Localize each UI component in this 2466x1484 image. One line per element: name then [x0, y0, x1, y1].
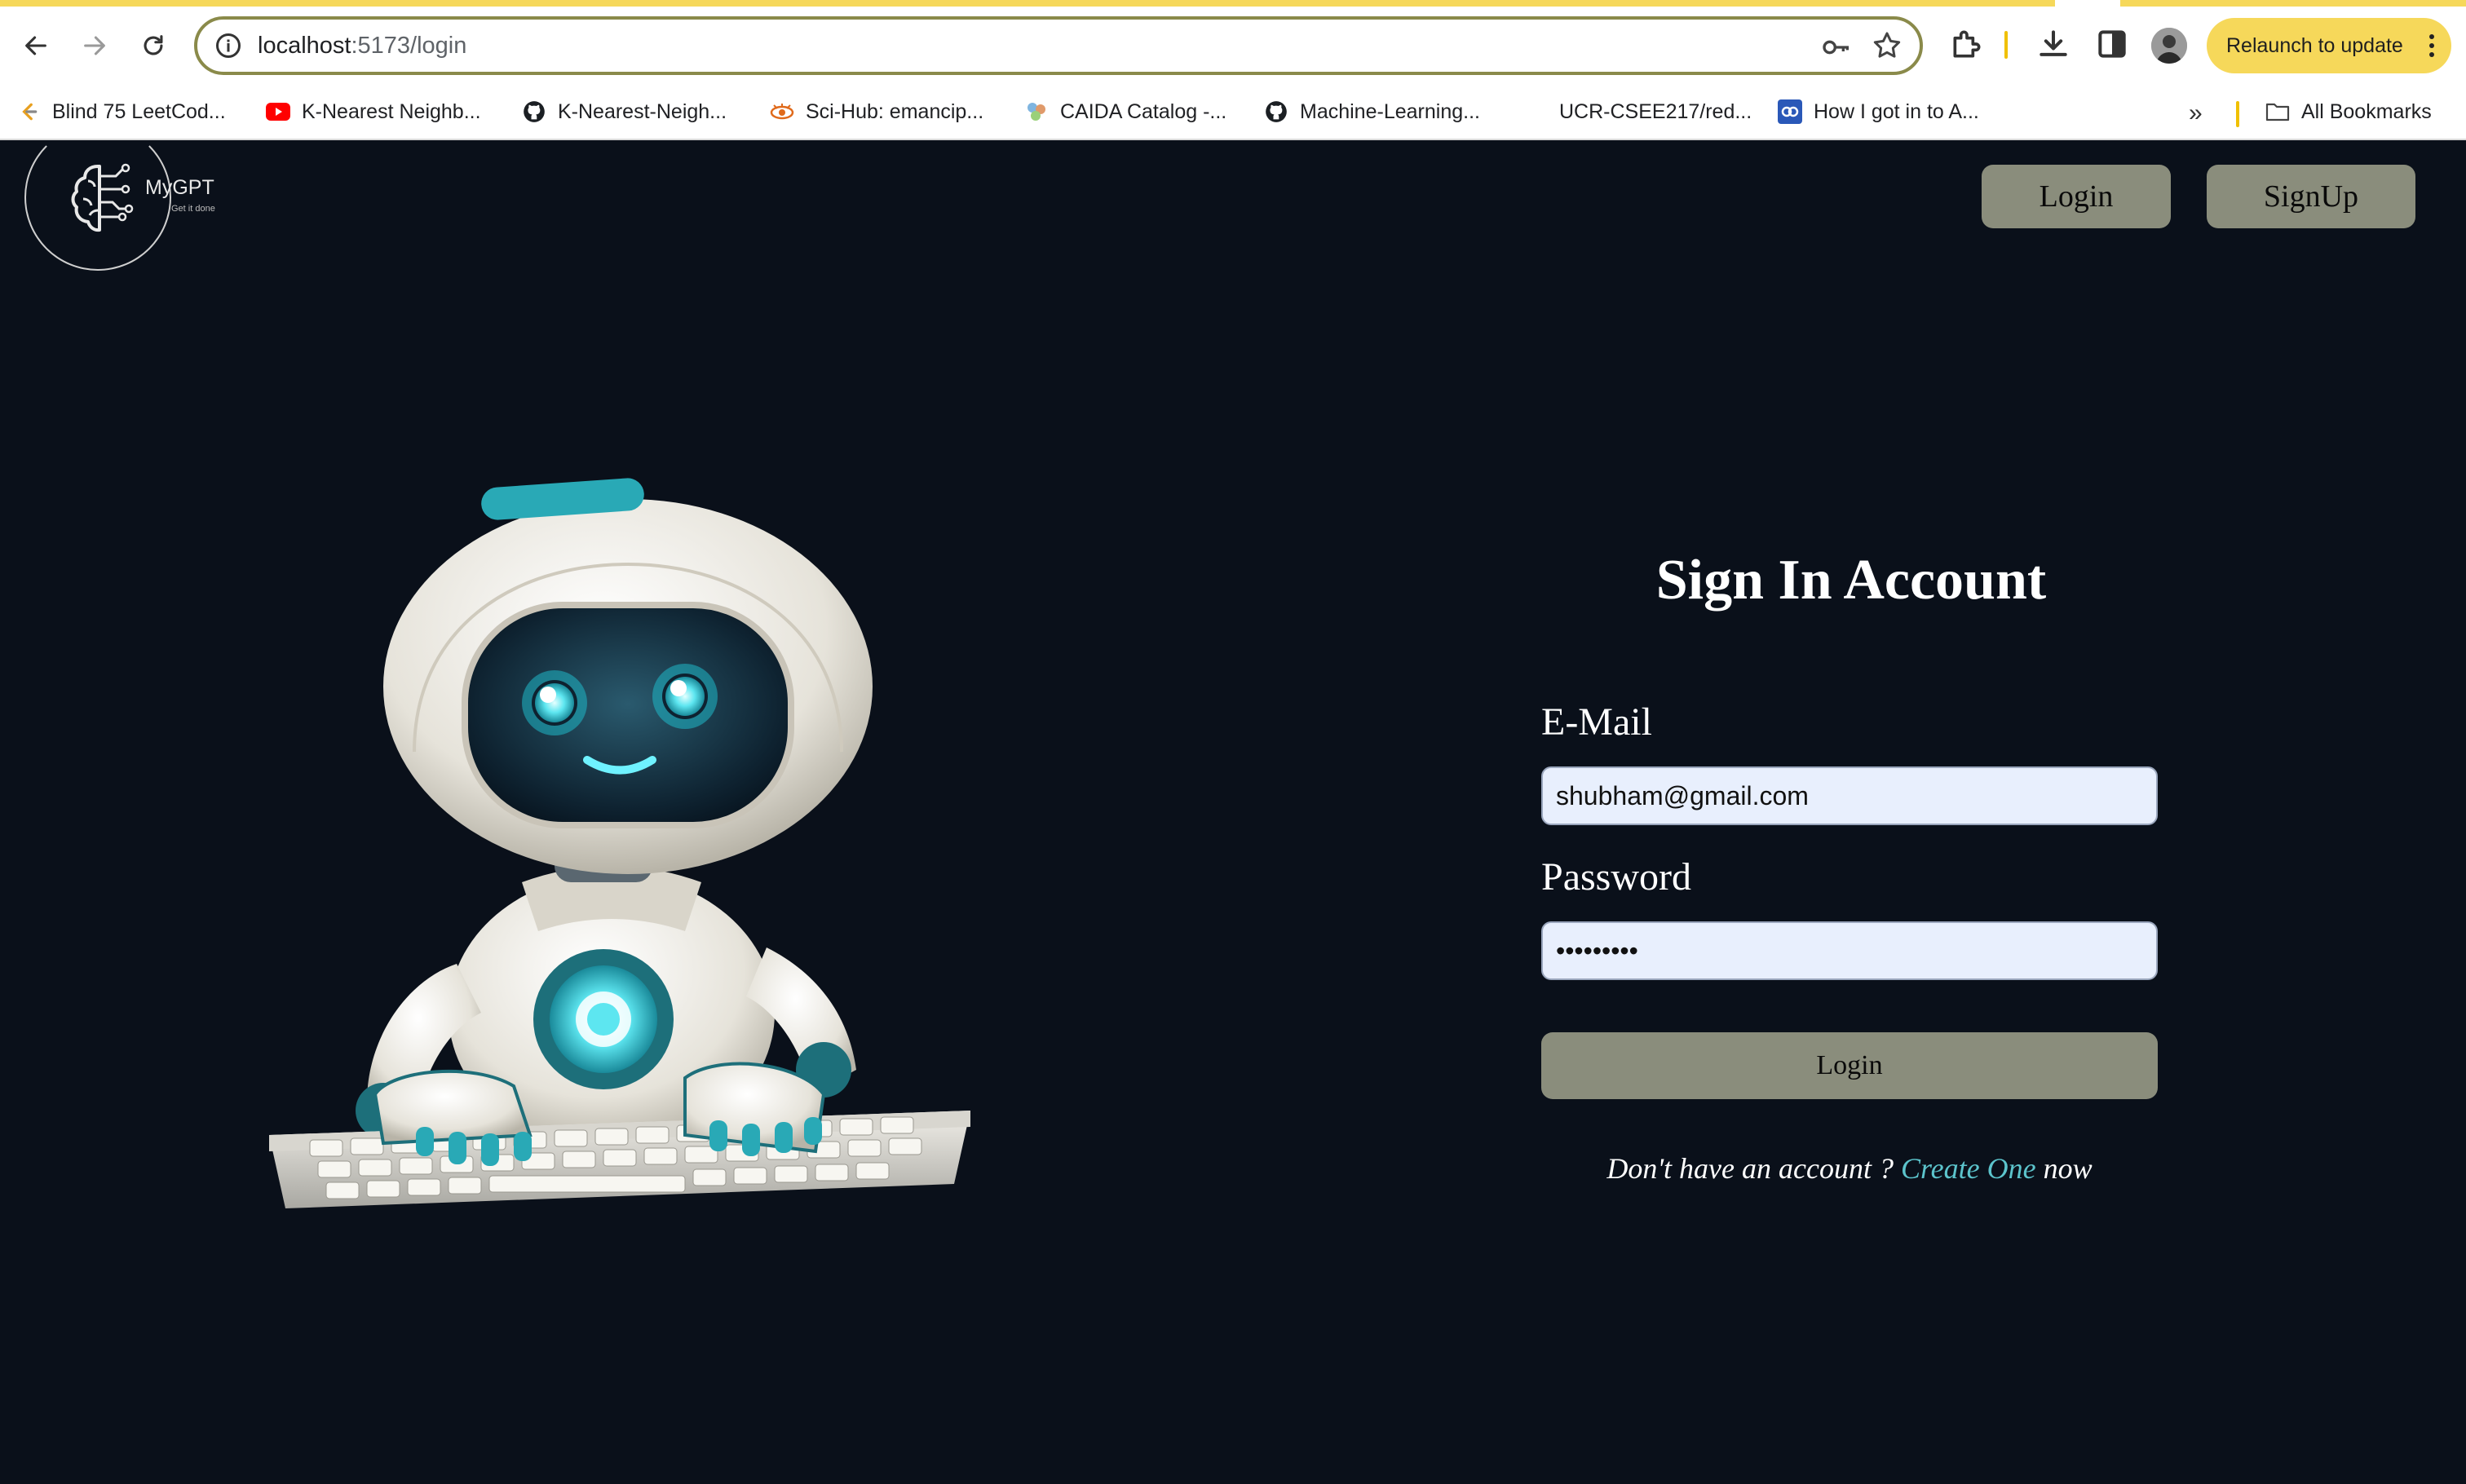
signup-prompt-prefix: Don't have an account ?	[1606, 1152, 1894, 1185]
site-info-icon[interactable]	[214, 31, 243, 60]
blank-icon	[1523, 99, 1548, 124]
github-icon	[1264, 99, 1288, 124]
browser-chrome: localhost:5173/login Relaunch to update …	[0, 0, 2466, 140]
bookmark-item[interactable]: K-Nearest-Neigh...	[522, 95, 727, 129]
bookmark-label: Sci-Hub: emancip...	[806, 99, 984, 123]
bookmark-label: K-Nearest Neighb...	[302, 99, 481, 123]
bookmark-item[interactable]: UCR-CSEE217/red...	[1523, 95, 1752, 129]
bookmark-item[interactable]: How I got in to A...	[1778, 95, 1979, 129]
login-page: MyGPT Get it done Login SignUp Sign In A…	[0, 124, 2466, 1484]
signup-prompt: Don't have an account ? Create One now	[1541, 1151, 2158, 1186]
bookmarks-divider	[2236, 101, 2239, 127]
bookmark-label: CAIDA Catalog -...	[1060, 99, 1227, 123]
logo-tagline: Get it done	[171, 204, 215, 214]
folder-icon	[2265, 99, 2290, 124]
bookmark-label: K-Nearest-Neigh...	[558, 99, 727, 123]
password-key-icon[interactable]	[1820, 31, 1853, 64]
relaunch-button[interactable]: Relaunch to update	[2207, 18, 2451, 73]
loading-bar-secondary	[2120, 0, 2466, 7]
extensions-puzzle-icon[interactable]	[1949, 26, 1985, 62]
bookmark-label: UCR-CSEE217/red...	[1559, 99, 1752, 123]
robot-typing-illustration	[269, 478, 970, 1208]
bookmarks-bar: Blind 75 LeetCod... K-Nearest Neighb... …	[0, 88, 2466, 135]
reload-icon	[144, 35, 163, 55]
bookmark-star-icon[interactable]	[1871, 29, 1903, 62]
bookmark-item[interactable]: Sci-Hub: emancip...	[770, 95, 983, 129]
bookmark-item[interactable]: K-Nearest Neighb...	[266, 95, 481, 129]
forward-arrow-icon	[84, 36, 105, 55]
toolbar-divider	[2004, 31, 2008, 59]
side-panel-icon[interactable]	[2094, 26, 2130, 62]
bookmark-item[interactable]: Blind 75 LeetCod...	[16, 95, 226, 129]
forward-button[interactable]	[73, 24, 116, 67]
address-bar[interactable]: localhost:5173/login	[194, 16, 1923, 75]
header-signup-button[interactable]: SignUp	[2207, 165, 2415, 228]
logo-text: MyGPT	[145, 176, 214, 199]
bookmark-item[interactable]: Machine-Learning...	[1264, 95, 1480, 129]
back-button[interactable]	[15, 24, 57, 67]
bookmark-item[interactable]: CAIDA Catalog -...	[1024, 95, 1226, 129]
reload-button[interactable]	[132, 24, 175, 67]
more-bookmarks-chevron-icon[interactable]: »	[2189, 99, 2203, 127]
youtube-icon	[266, 99, 290, 124]
bookmark-label: Machine-Learning...	[1300, 99, 1480, 123]
relaunch-label: Relaunch to update	[2226, 33, 2403, 57]
brain-circuit-icon[interactable]	[65, 158, 147, 236]
profile-photo-icon	[2151, 28, 2187, 64]
password-label: Password	[1541, 855, 1692, 899]
leetcode-icon	[16, 99, 41, 124]
form-title: Sign In Account	[1655, 549, 2047, 612]
header-login-button[interactable]: Login	[1982, 165, 2171, 228]
create-account-link[interactable]: Create One	[1901, 1152, 2036, 1185]
all-bookmarks-button[interactable]: All Bookmarks	[2265, 95, 2432, 129]
email-label: E-Mail	[1541, 700, 1652, 744]
menu-dots-icon	[2429, 34, 2434, 57]
loading-bar	[0, 0, 2055, 7]
github-icon	[522, 99, 546, 124]
caida-icon	[1024, 99, 1049, 124]
bookmark-label: How I got in to A...	[1814, 99, 1979, 123]
profile-avatar[interactable]	[2151, 28, 2187, 64]
scihub-icon	[770, 99, 794, 124]
url-host: localhost	[258, 33, 351, 59]
url-text[interactable]: localhost:5173/login	[258, 33, 466, 60]
all-bookmarks-label: All Bookmarks	[2301, 99, 2432, 123]
back-arrow-icon	[25, 36, 46, 55]
download-icon[interactable]	[2035, 26, 2071, 62]
coursera-icon	[1778, 99, 1802, 124]
url-path: :5173/login	[351, 33, 467, 59]
signup-prompt-suffix: now	[2043, 1152, 2093, 1185]
password-field[interactable]	[1541, 921, 2158, 980]
email-field[interactable]	[1541, 766, 2158, 825]
login-submit-button[interactable]: Login	[1541, 1032, 2158, 1099]
bookmark-label: Blind 75 LeetCod...	[52, 99, 226, 123]
